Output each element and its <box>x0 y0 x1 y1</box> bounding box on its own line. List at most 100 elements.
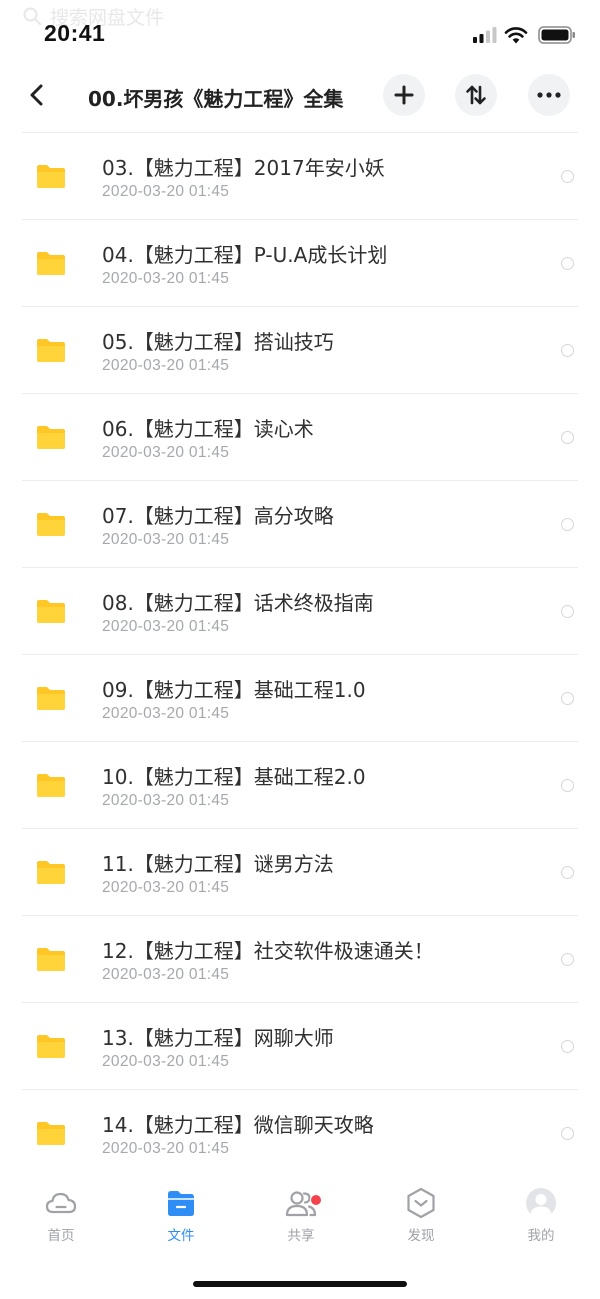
file-name: 09.【魅力工程】基础工程1.0 <box>102 678 366 702</box>
file-name: 12.【魅力工程】社交软件极速通关！ <box>102 939 434 963</box>
discover-icon <box>407 1187 435 1219</box>
cloud-icon <box>45 1192 77 1214</box>
folder-icon <box>37 861 65 884</box>
chevron-left-icon <box>30 84 43 106</box>
tab-share-label: 共享 <box>287 1228 315 1244</box>
select-checkbox[interactable] <box>561 779 574 792</box>
file-row[interactable]: 10.【魅力工程】基础工程2.0 2020-03-20 01:45 <box>0 741 600 828</box>
folder-icon <box>37 600 65 623</box>
file-row[interactable]: 06.【魅力工程】读心术 2020-03-20 01:45 <box>0 393 600 480</box>
select-checkbox[interactable] <box>561 1040 574 1053</box>
select-checkbox[interactable] <box>561 431 574 444</box>
folder-icon <box>37 1122 65 1145</box>
file-date: 2020-03-20 01:45 <box>102 183 230 200</box>
file-row[interactable]: 14.【魅力工程】微信聊天攻略 2020-03-20 01:45 <box>0 1089 600 1176</box>
select-checkbox[interactable] <box>561 257 574 270</box>
file-name: 04.【魅力工程】P-U.A成长计划 <box>102 243 388 267</box>
row-divider <box>22 306 578 307</box>
tab-files[interactable]: 文件 <box>141 1186 221 1248</box>
file-list: 03.【魅力工程】2017年安小妖 2020-03-20 01:45 04.【魅… <box>0 132 600 1176</box>
row-divider <box>22 741 578 742</box>
row-divider <box>22 828 578 829</box>
select-checkbox[interactable] <box>561 170 574 183</box>
file-name: 10.【魅力工程】基础工程2.0 <box>102 765 366 789</box>
file-date: 2020-03-20 01:45 <box>102 357 230 374</box>
tab-discover-label: 发现 <box>407 1228 435 1244</box>
tab-share[interactable]: 共享 <box>261 1186 341 1248</box>
row-divider <box>22 567 578 568</box>
file-row[interactable]: 13.【魅力工程】网聊大师 2020-03-20 01:45 <box>0 1002 600 1089</box>
row-divider <box>22 393 578 394</box>
file-name: 07.【魅力工程】高分攻略 <box>102 504 334 528</box>
folder-icon <box>37 1035 65 1058</box>
folder-icon <box>168 1191 194 1216</box>
row-divider <box>22 219 578 220</box>
file-name: 08.【魅力工程】话术终极指南 <box>102 591 374 615</box>
file-row[interactable]: 04.【魅力工程】P-U.A成长计划 2020-03-20 01:45 <box>0 219 600 306</box>
folder-icon <box>37 339 65 362</box>
select-checkbox[interactable] <box>561 692 574 705</box>
plus-icon <box>394 85 414 105</box>
file-name: 14.【魅力工程】微信聊天攻略 <box>102 1113 374 1137</box>
page-title: 00.坏男孩《魅力工程》全集 <box>88 87 344 111</box>
tab-me-label: 我的 <box>527 1228 555 1244</box>
select-checkbox[interactable] <box>561 344 574 357</box>
row-divider <box>22 132 578 133</box>
select-checkbox[interactable] <box>561 605 574 618</box>
tab-home-label: 首页 <box>47 1228 75 1244</box>
file-name: 06.【魅力工程】读心术 <box>102 417 314 441</box>
sort-arrows-icon <box>466 85 486 105</box>
file-date: 2020-03-20 01:45 <box>102 705 230 722</box>
select-checkbox[interactable] <box>561 518 574 531</box>
file-name: 11.【魅力工程】谜男方法 <box>102 852 334 876</box>
folder-icon <box>37 165 65 188</box>
folder-icon <box>37 426 65 449</box>
row-divider <box>22 654 578 655</box>
file-row[interactable]: 03.【魅力工程】2017年安小妖 2020-03-20 01:45 <box>0 132 600 219</box>
file-row[interactable]: 11.【魅力工程】谜男方法 2020-03-20 01:45 <box>0 828 600 915</box>
select-checkbox[interactable] <box>561 1127 574 1140</box>
add-button[interactable] <box>383 74 425 116</box>
folder-icon <box>37 252 65 275</box>
file-date: 2020-03-20 01:45 <box>102 966 230 983</box>
row-divider <box>22 915 578 916</box>
folder-icon <box>37 948 65 971</box>
file-name: 03.【魅力工程】2017年安小妖 <box>102 156 385 180</box>
file-date: 2020-03-20 01:45 <box>102 531 230 548</box>
tab-me[interactable]: 我的 <box>501 1186 581 1248</box>
more-button[interactable] <box>528 74 570 116</box>
row-divider <box>22 480 578 481</box>
file-row[interactable]: 12.【魅力工程】社交软件极速通关！ 2020-03-20 01:45 <box>0 915 600 1002</box>
file-row[interactable]: 05.【魅力工程】搭讪技巧 2020-03-20 01:45 <box>0 306 600 393</box>
cellular-signal-icon <box>473 27 497 43</box>
file-date: 2020-03-20 01:45 <box>102 792 230 809</box>
file-row[interactable]: 09.【魅力工程】基础工程1.0 2020-03-20 01:45 <box>0 654 600 741</box>
file-row[interactable]: 07.【魅力工程】高分攻略 2020-03-20 01:45 <box>0 480 600 567</box>
more-dots-icon <box>537 92 561 98</box>
folder-icon <box>37 774 65 797</box>
sort-button[interactable] <box>455 74 497 116</box>
file-date: 2020-03-20 01:45 <box>102 879 230 896</box>
avatar-icon <box>526 1188 556 1218</box>
file-date: 2020-03-20 01:45 <box>102 1053 230 1070</box>
select-checkbox[interactable] <box>561 866 574 879</box>
nav-bar: 00.坏男孩《魅力工程》全集 <box>0 66 600 132</box>
file-name: 05.【魅力工程】搭讪技巧 <box>102 330 334 354</box>
battery-icon <box>538 26 575 44</box>
folder-icon <box>37 513 65 536</box>
status-bar: 20:41 <box>0 0 600 66</box>
home-indicator <box>193 1281 407 1287</box>
file-row[interactable]: 08.【魅力工程】话术终极指南 2020-03-20 01:45 <box>0 567 600 654</box>
select-checkbox[interactable] <box>561 953 574 966</box>
notification-badge <box>310 1194 322 1206</box>
tab-home[interactable]: 首页 <box>21 1186 101 1248</box>
folder-icon <box>37 687 65 710</box>
back-button[interactable] <box>20 78 54 112</box>
tab-discover[interactable]: 发现 <box>381 1186 461 1248</box>
file-date: 2020-03-20 01:45 <box>102 444 230 461</box>
status-time: 20:41 <box>44 20 106 46</box>
wifi-icon <box>504 27 528 44</box>
file-date: 2020-03-20 01:45 <box>102 1140 230 1157</box>
row-divider <box>22 1002 578 1003</box>
tab-files-label: 文件 <box>167 1228 195 1244</box>
